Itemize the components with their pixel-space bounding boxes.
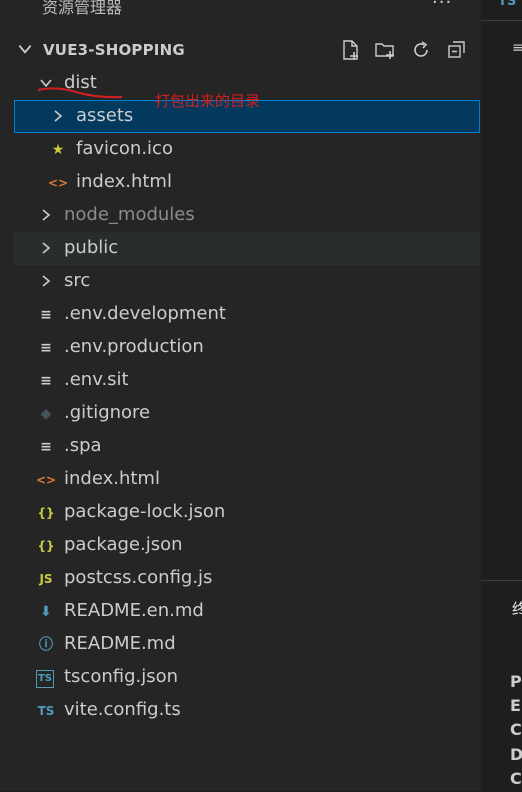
tree-file-row[interactable]: ★ favicon.ico [14, 133, 480, 166]
chevron-down-icon [18, 45, 32, 54]
tree-item-label: src [64, 270, 91, 291]
tree-file-row[interactable]: TS tsconfig.json [14, 661, 480, 694]
typescript-icon: TS [37, 704, 55, 718]
tree-item-label: node_modules [64, 204, 195, 225]
workspace-root-row[interactable]: VUE3-SHOPPING [14, 34, 480, 64]
terminal-line: D [510, 745, 522, 764]
tree-item-label: .spa [64, 435, 102, 456]
tree-folder-row[interactable]: node_modules [14, 199, 480, 232]
explorer-panel: 资源管理器 ··· VUE3-SHOPPING dist assets ★ favic… [0, 0, 481, 791]
tree-item-label: .env.sit [64, 369, 129, 390]
tree-item-label: package.json [64, 534, 183, 555]
tree-item-label: public [64, 237, 119, 258]
terminal-line: P [510, 672, 522, 691]
terminal-tab[interactable]: 终 [512, 598, 522, 619]
html-file-icon: <> [48, 176, 69, 190]
tree-item-label: README.en.md [64, 600, 204, 621]
tree-item-label: index.html [64, 468, 160, 489]
tree-item-label: index.html [76, 171, 172, 192]
explorer-title: 资源管理器 [42, 0, 123, 17]
text-lines-icon: ≡ [40, 307, 52, 323]
text-lines-icon: ≡ [40, 340, 52, 356]
info-icon: ⓘ [39, 637, 53, 653]
annotation-text: 打包出来的目录 [155, 92, 261, 110]
terminal-line: E [510, 696, 521, 715]
tree-file-row[interactable]: JS postcss.config.js [14, 562, 480, 595]
tree-item-label: README.md [64, 633, 176, 654]
download-arrow-icon: ⬇ [40, 604, 52, 620]
activity-strip [0, 0, 14, 791]
tree-file-row[interactable]: TS vite.config.ts [14, 694, 480, 727]
tree-file-row[interactable]: ≡ .spa [14, 430, 480, 463]
tree-item-label: .gitignore [64, 402, 151, 423]
collapse-all-icon[interactable] [446, 39, 468, 61]
tree-item-label: package-lock.json [64, 501, 226, 522]
tree-file-row[interactable]: ⬇ README.en.md [14, 595, 480, 628]
text-lines-icon: ≡ [40, 373, 52, 389]
chevron-right-icon [42, 275, 51, 287]
text-lines-icon: ≡ [40, 439, 52, 455]
terminal-line: C [510, 769, 522, 788]
tree-item-label: favicon.ico [76, 138, 173, 159]
workspace-root-label: VUE3-SHOPPING [43, 41, 185, 59]
tsconfig-icon: TS [36, 670, 54, 688]
git-icon: ◆ [40, 406, 52, 422]
json-braces-icon: {} [37, 506, 55, 520]
tree-folder-row[interactable]: public [14, 232, 480, 265]
tree-item-label: tsconfig.json [64, 666, 179, 687]
editor-tab-ts-label[interactable]: TS [498, 0, 516, 9]
editor-tab-divider [481, 20, 522, 21]
tree-item-label: .env.development [64, 303, 226, 324]
chevron-right-icon [42, 209, 51, 221]
chevron-right-icon [54, 110, 63, 122]
tree-item-label: assets [76, 105, 134, 126]
chevron-right-icon [42, 242, 51, 254]
tree-file-row[interactable]: ≡ .env.development [14, 298, 480, 331]
json-braces-icon: {} [37, 539, 55, 553]
tree-folder-row[interactable]: src [14, 265, 480, 298]
tree-file-row[interactable]: ◆ .gitignore [14, 397, 480, 430]
new-file-icon[interactable] [340, 39, 362, 61]
star-icon: ★ [51, 142, 65, 158]
tree-item-label: .env.production [64, 336, 204, 357]
html-file-icon: <> [36, 473, 57, 487]
refresh-icon[interactable] [410, 39, 432, 61]
tree-file-row[interactable]: ⓘ README.md [14, 628, 480, 661]
tree-item-label: vite.config.ts [64, 699, 181, 720]
tree-file-row[interactable]: {} package-lock.json [14, 496, 480, 529]
tree-file-row[interactable]: <> index.html [14, 463, 480, 496]
tree-item-label: postcss.config.js [64, 567, 213, 588]
terminal-line: C [510, 720, 522, 739]
tree-file-row[interactable]: ≡ .env.production [14, 331, 480, 364]
new-folder-icon[interactable] [374, 39, 396, 61]
editor-minimap-glyph: ≡ [512, 40, 522, 56]
tree-file-row[interactable]: <> index.html [14, 166, 480, 199]
more-actions-button[interactable]: ··· [432, 0, 452, 13]
js-file-icon: JS [39, 572, 53, 586]
tree-file-row[interactable]: {} package.json [14, 529, 480, 562]
annotation-underline [37, 87, 123, 99]
tree-file-row[interactable]: ≡ .env.sit [14, 364, 480, 397]
